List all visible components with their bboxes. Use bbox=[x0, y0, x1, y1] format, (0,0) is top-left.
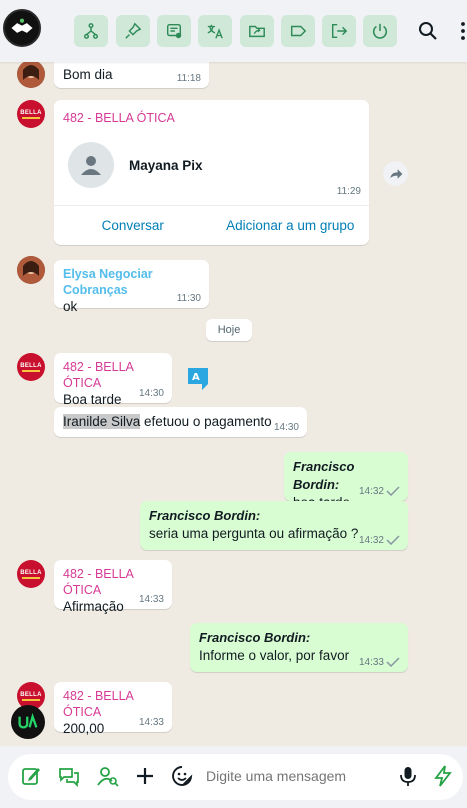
highlighted-name: Iranilde Silva bbox=[63, 414, 141, 429]
pin-button[interactable] bbox=[116, 15, 150, 47]
note-button[interactable] bbox=[157, 15, 191, 47]
sender-name: 482 - BELLA ÓTICA bbox=[63, 111, 175, 125]
chat-area[interactable]: Bom dia 11:18 BELLA 482 - BELLA ÓTICA Ma… bbox=[0, 62, 467, 746]
more-menu-icon[interactable] bbox=[458, 20, 467, 42]
message-input[interactable] bbox=[206, 766, 386, 786]
message-time: 14:30 bbox=[273, 422, 299, 433]
message-time: 11:29 bbox=[336, 186, 361, 197]
forward-icon bbox=[389, 168, 402, 179]
tag-icon bbox=[290, 25, 307, 37]
avatar-brand: BELLA bbox=[20, 362, 42, 369]
sender-name: 482 - BELLA ÓTICA bbox=[63, 689, 134, 719]
contact-actions: Conversar Adicionar a um grupo bbox=[54, 205, 369, 245]
avatar-brand: BELLA bbox=[20, 691, 42, 698]
microphone-icon[interactable] bbox=[397, 765, 419, 787]
contact-name: Mayana Pix bbox=[129, 158, 203, 173]
quick-replies-icon[interactable] bbox=[58, 765, 80, 787]
message-text: Iranilde Silva efetuou o pagamento bbox=[63, 413, 298, 431]
message-time: 11:18 bbox=[176, 73, 201, 84]
chat-with-contact-button[interactable]: Conversar bbox=[54, 206, 212, 245]
message-composer bbox=[0, 746, 467, 808]
quick-action-bolt-icon[interactable] bbox=[432, 765, 454, 787]
folder-share-icon bbox=[249, 25, 265, 38]
message-time: 14:33 bbox=[138, 594, 164, 605]
handshake-icon bbox=[11, 18, 33, 33]
shared-contact[interactable]: Mayana Pix 11:29 bbox=[54, 134, 369, 203]
app-badge[interactable] bbox=[11, 705, 45, 739]
date-divider: Hoje bbox=[206, 319, 252, 341]
power-button[interactable] bbox=[363, 15, 397, 47]
message-bubble[interactable]: Iranilde Silva efetuou o pagamento 14:30 bbox=[54, 407, 307, 437]
contact-card-message[interactable]: 482 - BELLA ÓTICA Mayana Pix 11:29 Conve… bbox=[54, 100, 369, 245]
message-bubble[interactable]: Bom dia 11:18 bbox=[54, 62, 209, 88]
message-time: 14:32 bbox=[358, 486, 384, 497]
transfer-icon bbox=[83, 23, 99, 39]
svg-text:A: A bbox=[192, 372, 200, 383]
transfer-button[interactable] bbox=[74, 15, 108, 47]
message-time: 14:30 bbox=[138, 388, 164, 399]
message-time: 14:33 bbox=[358, 657, 384, 668]
contact-avatar[interactable]: BELLA bbox=[17, 560, 45, 588]
delivered-check-icon bbox=[386, 535, 400, 545]
exit-button[interactable] bbox=[322, 15, 356, 47]
translate-icon bbox=[207, 24, 223, 39]
ua-logo-icon bbox=[18, 712, 38, 729]
chat-toolbar bbox=[0, 0, 467, 62]
contact-photo-placeholder bbox=[68, 142, 114, 188]
translate-button[interactable] bbox=[198, 15, 232, 47]
search-icon[interactable] bbox=[417, 20, 439, 42]
message-bubble[interactable]: 482 - BELLA ÓTICA Afirmação 14:33 bbox=[54, 560, 172, 614]
exit-icon bbox=[331, 23, 348, 39]
sender-name: 482 - BELLA ÓTICA bbox=[63, 360, 134, 390]
contact-avatar[interactable]: BELLA bbox=[17, 353, 45, 381]
note-icon bbox=[166, 23, 182, 39]
contact-avatar[interactable] bbox=[17, 62, 45, 88]
team-logo[interactable] bbox=[3, 9, 41, 47]
message-body: efetuou o pagamento bbox=[140, 414, 272, 429]
tag-button[interactable] bbox=[281, 15, 315, 47]
folder-share-button[interactable] bbox=[240, 15, 274, 47]
attach-plus-icon[interactable] bbox=[134, 765, 156, 787]
person-icon bbox=[81, 156, 101, 175]
add-to-group-button[interactable]: Adicionar a um grupo bbox=[212, 206, 370, 245]
sticker-icon[interactable] bbox=[171, 765, 193, 787]
message-time: 14:32 bbox=[358, 535, 384, 546]
outgoing-message-bubble[interactable]: Francisco Bordin: seria uma pergunta ou … bbox=[140, 501, 408, 550]
contact-avatar[interactable] bbox=[17, 256, 45, 284]
delivered-check-icon bbox=[386, 657, 400, 667]
translate-message-icon[interactable]: A bbox=[187, 367, 209, 391]
power-icon bbox=[372, 23, 388, 39]
outgoing-message-bubble[interactable]: Francisco Bordin: Informe o valor, por f… bbox=[190, 623, 408, 672]
author-name: Francisco Bordin: bbox=[149, 508, 261, 523]
message-bubble[interactable]: Elysa Negociar Cobranças ok 11:30 bbox=[54, 260, 209, 314]
avatar-brand: BELLA bbox=[20, 109, 42, 116]
contact-avatar[interactable]: BELLA bbox=[17, 100, 45, 128]
forward-button[interactable] bbox=[383, 161, 408, 186]
author-name: Francisco Bordin: bbox=[199, 630, 311, 645]
message-time: 11:30 bbox=[176, 293, 201, 304]
edit-note-icon[interactable] bbox=[20, 765, 42, 787]
outgoing-message-bubble[interactable]: Francisco Bordin: boa tarde 14:32 bbox=[284, 452, 408, 510]
message-time: 14:33 bbox=[138, 717, 164, 728]
message-bubble[interactable]: 482 - BELLA ÓTICA 200,00 14:33 bbox=[54, 682, 172, 736]
delivered-check-icon bbox=[386, 486, 400, 496]
avatar-brand: BELLA bbox=[20, 569, 42, 576]
message-bubble[interactable]: 482 - BELLA ÓTICA Boa tarde 14:30 bbox=[54, 353, 172, 407]
contact-search-icon[interactable] bbox=[97, 765, 119, 787]
pin-icon bbox=[125, 22, 142, 39]
